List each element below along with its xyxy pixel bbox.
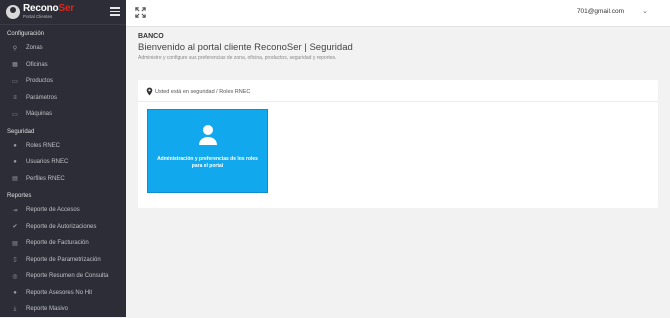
sidebar-item-label: Perfiles RNEC	[26, 175, 65, 182]
user-email[interactable]: 701@gmail.com	[577, 8, 624, 15]
location-pin-icon	[146, 87, 153, 96]
top-bar: 701@gmail.com ⌄	[126, 0, 670, 27]
users-icon: ●	[13, 142, 17, 149]
sidebar-item-reporte-parametrizacion[interactable]: ▯ Reporte de Parametrización	[0, 252, 126, 269]
sidebar-item-label: Reporte Masivo	[26, 306, 69, 313]
sliders-icon: ≡	[13, 94, 17, 101]
brand: ReconoSer Portal Clientes	[0, 0, 126, 25]
sidebar-item-label: Reporte Resumen de Consulta	[26, 273, 109, 280]
sidebar-item-label: Parámetros	[26, 94, 58, 101]
sidebar-item-usuarios-rnec[interactable]: ● Usuarios RNEC	[0, 154, 126, 171]
sidebar-item-oficinas[interactable]: ▦ Oficinas	[0, 57, 126, 74]
logo-title: ReconoSer	[23, 4, 74, 14]
building-icon: ▦	[12, 62, 18, 69]
sidebar-item-label: Reporte de Facturación	[26, 240, 89, 247]
box-icon: ▭	[12, 78, 18, 85]
sidebar-item-label: Usuarios RNEC	[26, 159, 69, 166]
sidebar-item-reporte-autorizaciones[interactable]: ✔ Reporte de Autorizaciones	[0, 219, 126, 236]
sidebar-item-label: Productos	[26, 78, 54, 85]
bank-name: BANCO	[138, 33, 164, 40]
sidebar-item-reporte-asesores-no-hit[interactable]: ● Reporte Asesores No Hit	[0, 285, 126, 302]
page-title: Bienvenido al portal cliente ReconoSer |…	[138, 42, 353, 53]
download-icon: ⤓	[13, 305, 17, 312]
sidebar-item-productos[interactable]: ▭ Productos	[0, 73, 126, 90]
sidebar-item-reporte-masivo[interactable]: ⤓ Reporte Masivo	[0, 301, 126, 318]
logo[interactable]: ReconoSer Portal Clientes	[23, 4, 74, 20]
divider	[138, 101, 658, 102]
sidebar-item-reporte-facturacion[interactable]: ▤ Reporte de Facturación	[0, 235, 126, 252]
sidebar-item-label: Reporte de Parametrización	[26, 256, 101, 263]
page-header: BANCO Bienvenido al portal cliente Recon…	[138, 33, 353, 61]
login-icon: ⇥	[12, 207, 18, 214]
sidebar-item-label: Reporte de Accesos	[26, 207, 80, 214]
sidebar-item-parametros[interactable]: ≡ Parámetros	[0, 90, 126, 107]
sidebar-item-label: Reporte Asesores No Hit	[26, 289, 93, 296]
sidebar-item-label: Reporte de Autorizaciones	[26, 223, 97, 230]
sidebar-item-label: Zonas	[26, 45, 43, 52]
user-alert-icon: ●	[13, 289, 17, 296]
sidebar-item-label: Roles RNEC	[26, 142, 61, 149]
sidebar-item-reporte-accesos[interactable]: ⇥ Reporte de Accesos	[0, 202, 126, 219]
chevron-down-icon[interactable]: ⌄	[642, 7, 648, 15]
sidebar-item-zonas[interactable]: ⚲ Zonas	[0, 40, 126, 57]
breadcrumb-text: Usted está en seguridad / Roles RNEC	[155, 88, 251, 95]
sidebar-item-perfiles-rnec[interactable]: ▤ Perfiles RNEC	[0, 171, 126, 188]
section-configuracion: Configuración	[7, 31, 45, 37]
map-pin-icon: ⚲	[12, 45, 18, 52]
breadcrumb: Usted está en seguridad / Roles RNEC	[146, 87, 250, 96]
database-icon: ◎	[12, 273, 18, 280]
sidebar-item-label: Máquinas	[26, 111, 53, 118]
sidebar-item-roles-rnec[interactable]: ● Roles RNEC	[0, 138, 126, 155]
laptop-icon: ▭	[12, 111, 18, 118]
logo-title-accent: Ser	[58, 3, 75, 15]
invoice-icon: ▤	[12, 240, 18, 247]
logo-icon	[6, 5, 20, 19]
roles-admin-tile[interactable]: Administración y preferencias de los rol…	[147, 109, 268, 193]
sidebar-item-maquinas[interactable]: ▭ Máquinas	[0, 106, 126, 123]
sidebar: ReconoSer Portal Clientes Configuración …	[0, 0, 126, 317]
sidebar-item-reporte-resumen-consulta[interactable]: ◎ Reporte Resumen de Consulta	[0, 268, 126, 285]
logo-subtitle: Portal Clientes	[23, 14, 53, 20]
tile-label: Administración y preferencias de los rol…	[157, 156, 258, 169]
document-icon: ▯	[13, 257, 17, 264]
logo-title-main: Recono	[23, 3, 59, 15]
id-card-icon: ▤	[12, 176, 18, 183]
page-subtitle: Administre y configure sus preferencias …	[138, 55, 337, 61]
fullscreen-icon[interactable]	[135, 7, 146, 18]
menu-toggle-icon[interactable]	[110, 7, 120, 17]
check-icon: ✔	[12, 224, 18, 231]
section-reportes: Reportes	[7, 193, 32, 199]
user-group-icon: ●	[13, 159, 17, 166]
user-icon	[199, 125, 217, 145]
sidebar-item-label: Oficinas	[26, 61, 48, 68]
section-seguridad: Seguridad	[7, 128, 35, 135]
content-card: Usted está en seguridad / Roles RNEC Adm…	[138, 80, 658, 208]
